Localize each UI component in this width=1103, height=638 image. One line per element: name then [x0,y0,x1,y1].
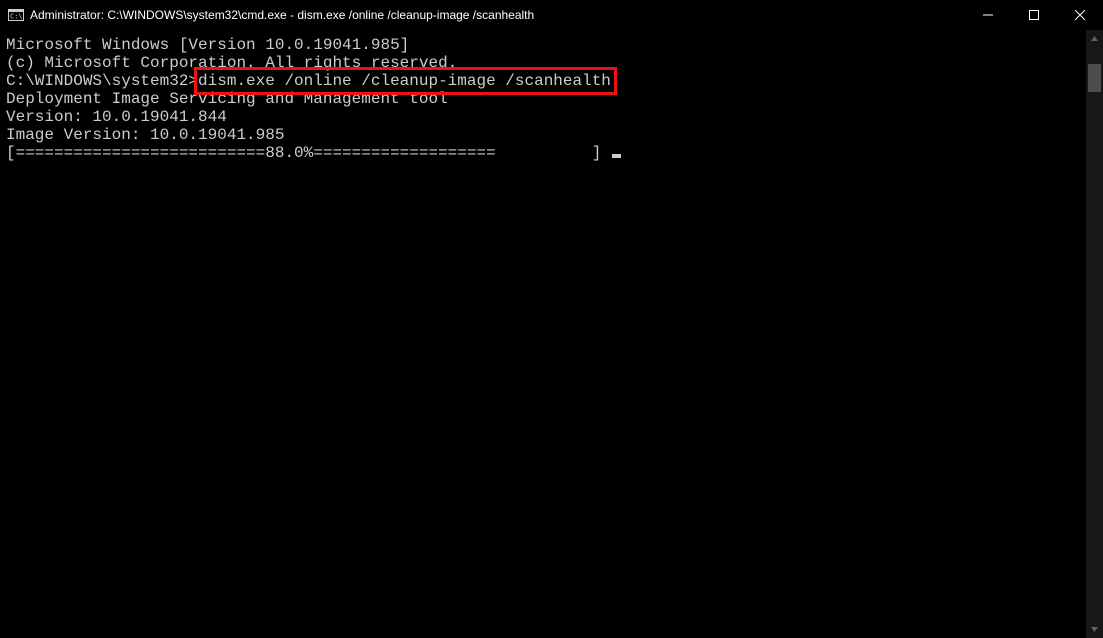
command-line: C:\WINDOWS\system32>dism.exe /online /cl… [6,72,1082,90]
prompt-prefix: C:\WINDOWS\system32> [6,72,198,90]
highlighted-command-wrap: dism.exe /online /cleanup-image /scanhea… [198,72,611,90]
output-line: Deployment Image Servicing and Managemen… [6,90,1082,108]
scrollbar-thumb[interactable] [1088,64,1101,92]
terminal-output[interactable]: Microsoft Windows [Version 10.0.19041.98… [0,30,1086,638]
maximize-button[interactable] [1011,0,1057,30]
cmd-window: C:\ Administrator: C:\WINDOWS\system32\c… [0,0,1103,638]
scroll-down-arrow-icon[interactable] [1086,621,1103,638]
svg-text:C:\: C:\ [10,12,23,20]
scroll-up-arrow-icon[interactable] [1086,30,1103,47]
progress-line: [==========================88.0%========… [6,144,1082,162]
text-cursor [612,154,621,158]
titlebar[interactable]: C:\ Administrator: C:\WINDOWS\system32\c… [0,0,1103,30]
output-line: (c) Microsoft Corporation. All rights re… [6,54,1082,72]
minimize-button[interactable] [965,0,1011,30]
window-title: Administrator: C:\WINDOWS\system32\cmd.e… [30,8,534,22]
vertical-scrollbar[interactable] [1086,30,1103,638]
close-button[interactable] [1057,0,1103,30]
cmd-icon: C:\ [8,7,24,23]
output-line: Image Version: 10.0.19041.985 [6,126,1082,144]
window-controls [965,0,1103,30]
output-line: Version: 10.0.19041.844 [6,108,1082,126]
command-text: dism.exe /online /cleanup-image /scanhea… [198,72,611,90]
progress-bar-text: [==========================88.0%========… [6,144,611,162]
output-line: Microsoft Windows [Version 10.0.19041.98… [6,36,1082,54]
